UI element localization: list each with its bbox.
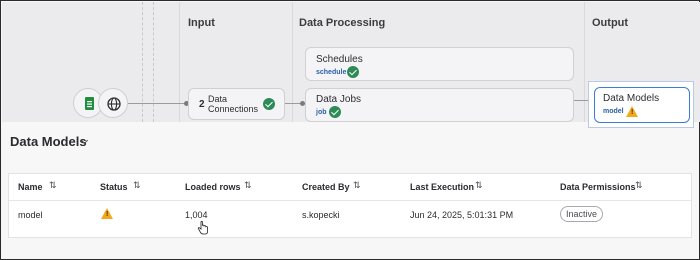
cell-created-by: s.kopecki [302,210,340,220]
node-data-models[interactable]: Data Models model ! [594,87,690,123]
hand-cursor-icon [197,221,208,235]
sort-icon[interactable]: ⇅ [635,180,643,191]
connector-line [128,103,188,104]
sort-icon[interactable]: ⇅ [353,180,361,191]
header-loaded-rows[interactable]: Loaded rows [185,182,241,192]
node-data-jobs[interactable]: Data Jobs job [305,88,574,122]
column-header-processing: Data Processing [299,17,386,29]
sort-icon[interactable]: ⇅ [49,180,57,191]
check-icon [347,66,359,78]
header-name[interactable]: Name [18,182,43,192]
app-frame: Input Data Processing Output 2 Data Conn… [0,0,700,260]
column-divider [584,2,585,122]
schedules-tag: schedule [316,69,347,76]
source-web[interactable] [98,88,128,118]
connection-count: 2 [199,99,205,110]
check-icon [329,106,341,118]
sort-icon[interactable]: ⇅ [475,180,483,191]
column-header-input: Input [188,17,215,29]
data-models-tag: model [603,108,624,115]
warning-icon-mark: ! [631,109,634,116]
cell-name[interactable]: model [18,210,43,220]
sort-icon[interactable]: ⇅ [244,180,252,191]
header-created-by[interactable]: Created By [302,182,350,192]
schedules-title: Schedules [316,54,363,65]
column-divider [179,2,180,122]
node-schedules[interactable]: Schedules schedule [305,47,574,81]
header-status[interactable]: Status [100,182,128,192]
canvas-guide [153,2,154,122]
globe-icon [107,97,121,111]
header-data-permissions[interactable]: Data Permissions [560,182,636,192]
connection-label: Data Connections [208,94,258,114]
data-models-table: Name ⇅ Status ⇅ Loaded rows ⇅ Created By… [8,173,692,238]
warning-icon-mark: ! [106,211,109,218]
column-header-output: Output [592,17,629,29]
column-divider [292,2,293,122]
header-divider [9,200,691,201]
cell-last-execution: Jun 24, 2025, 5:01:31 PM [410,210,514,220]
section-title: Data Models [10,134,87,149]
connection-label-line2: Connections [208,104,259,114]
sort-icon[interactable]: ⇅ [133,180,141,191]
header-last-execution[interactable]: Last Execution [410,182,474,192]
node-data-connections[interactable]: 2 Data Connections [188,88,285,120]
canvas-guide [142,2,143,122]
check-icon [263,98,275,110]
data-models-title: Data Models [603,93,660,104]
connection-label-line1: Data [208,94,228,104]
data-jobs-tag: job [316,109,327,116]
data-jobs-title: Data Jobs [316,94,362,105]
cell-loaded-rows: 1,004 [185,210,208,220]
status-badge: Inactive [560,206,604,222]
